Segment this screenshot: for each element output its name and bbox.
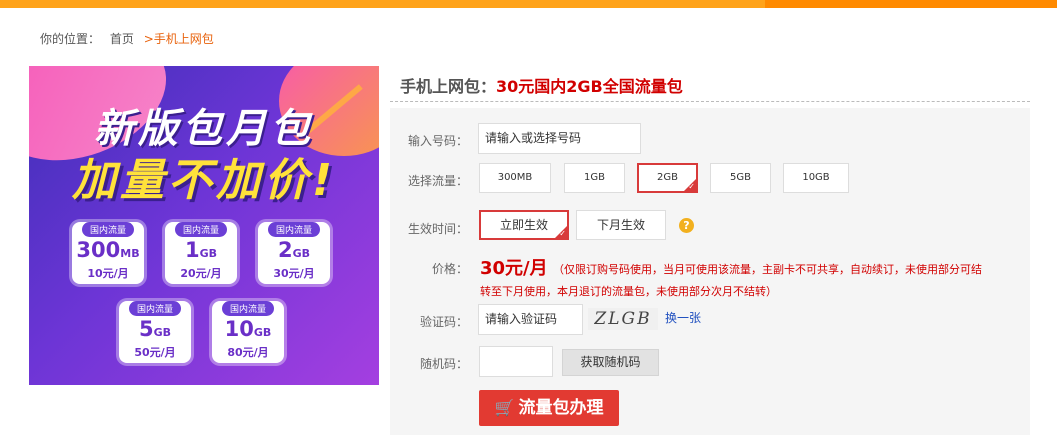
phone-label: 输入号码： <box>407 134 468 148</box>
card-price: 80元/月 <box>227 346 269 359</box>
price-label: 价格： <box>431 262 468 276</box>
get-random-code-button[interactable]: 获取随机码 <box>562 349 659 376</box>
top-accent-bar <box>0 0 1057 8</box>
captcha-label: 验证码： <box>419 315 468 329</box>
promo-banner: 新版包月包 加量不加价! 国内流量 300MB 10元/月 国内流量 1GB 2… <box>29 66 379 385</box>
banner-card-5gb: 国内流量 5GB 50元/月 <box>119 301 191 363</box>
card-tag: 国内流量 <box>221 301 274 316</box>
random-code-label: 随机码： <box>419 357 468 371</box>
card-tag: 国内流量 <box>267 222 320 237</box>
check-icon: ✓ <box>559 229 566 238</box>
card-amount: 300MB <box>76 238 140 262</box>
banner-card-2gb: 国内流量 2GB 30元/月 <box>258 222 330 284</box>
random-code-input[interactable] <box>479 346 553 377</box>
card-amount: 1GB <box>184 238 218 262</box>
plan-option-5gb[interactable]: 5GB <box>710 163 771 193</box>
title-divider <box>390 101 1030 102</box>
plan-option-2gb[interactable]: 2GB ✓ <box>637 163 698 193</box>
banner-card-10gb: 国内流量 10GB 80元/月 <box>212 301 284 363</box>
breadcrumb-prefix: 你的位置： <box>40 32 101 46</box>
card-amount: 2GB <box>277 238 311 262</box>
plan-label: 选择流量： <box>407 174 468 188</box>
captcha-input[interactable]: 请输入验证码 <box>478 304 583 335</box>
product-title: 手机上网包：30元国内2GB全国流量包 <box>400 73 683 97</box>
banner-card-300mb: 国内流量 300MB 10元/月 <box>72 222 144 284</box>
plan-option-300mb[interactable]: 300MB <box>479 163 551 193</box>
banner-card-1gb: 国内流量 1GB 20元/月 <box>165 222 237 284</box>
submit-label: 流量包办理 <box>518 398 604 418</box>
card-tag: 国内流量 <box>174 222 227 237</box>
price-note-line1: （仅限订购号码使用，当月可使用该流量，主副卡不可共享，自动续订，未使用部分可结 <box>553 263 982 276</box>
card-price: 20元/月 <box>180 267 222 280</box>
plan-option-10gb[interactable]: 10GB <box>783 163 849 193</box>
card-amount: 10GB <box>224 317 272 341</box>
breadcrumb-home-link[interactable]: 首页 <box>110 32 134 46</box>
card-tag: 国内流量 <box>81 222 134 237</box>
breadcrumb-current[interactable]: >手机上网包 <box>144 32 214 46</box>
plan-option-1gb[interactable]: 1GB <box>564 163 625 193</box>
product-name: 30元国内2GB全国流量包 <box>496 77 683 96</box>
card-price: 50元/月 <box>134 346 176 359</box>
captcha-refresh-link[interactable]: 换一张 <box>665 309 701 326</box>
effect-option-next-month[interactable]: 下月生效 <box>576 210 666 240</box>
product-category: 手机上网包： <box>400 77 497 96</box>
help-icon[interactable]: ? <box>679 218 694 233</box>
effect-option-immediate[interactable]: 立即生效 ✓ <box>479 210 569 240</box>
price-note-line2: 转至下月使用，本月退订的流量包，未使用部分次月不结转） <box>480 285 777 298</box>
card-price: 30元/月 <box>273 267 315 280</box>
banner-subheadline: 加量不加价! <box>71 155 337 206</box>
submit-order-button[interactable]: 🛒 流量包办理 <box>479 390 619 426</box>
check-icon: ✓ <box>688 182 695 191</box>
card-amount: 5GB <box>138 317 172 341</box>
breadcrumb: 你的位置： 首页 >手机上网包 <box>40 30 220 47</box>
price-value: 30元/月 <box>480 258 548 279</box>
effect-time-label: 生效时间： <box>407 222 468 236</box>
captcha-image: ZLGB <box>588 308 658 330</box>
card-tag: 国内流量 <box>128 301 181 316</box>
card-price: 10元/月 <box>87 267 129 280</box>
cart-icon: 🛒 <box>494 398 515 417</box>
phone-input[interactable]: 请输入或选择号码 <box>478 123 641 154</box>
